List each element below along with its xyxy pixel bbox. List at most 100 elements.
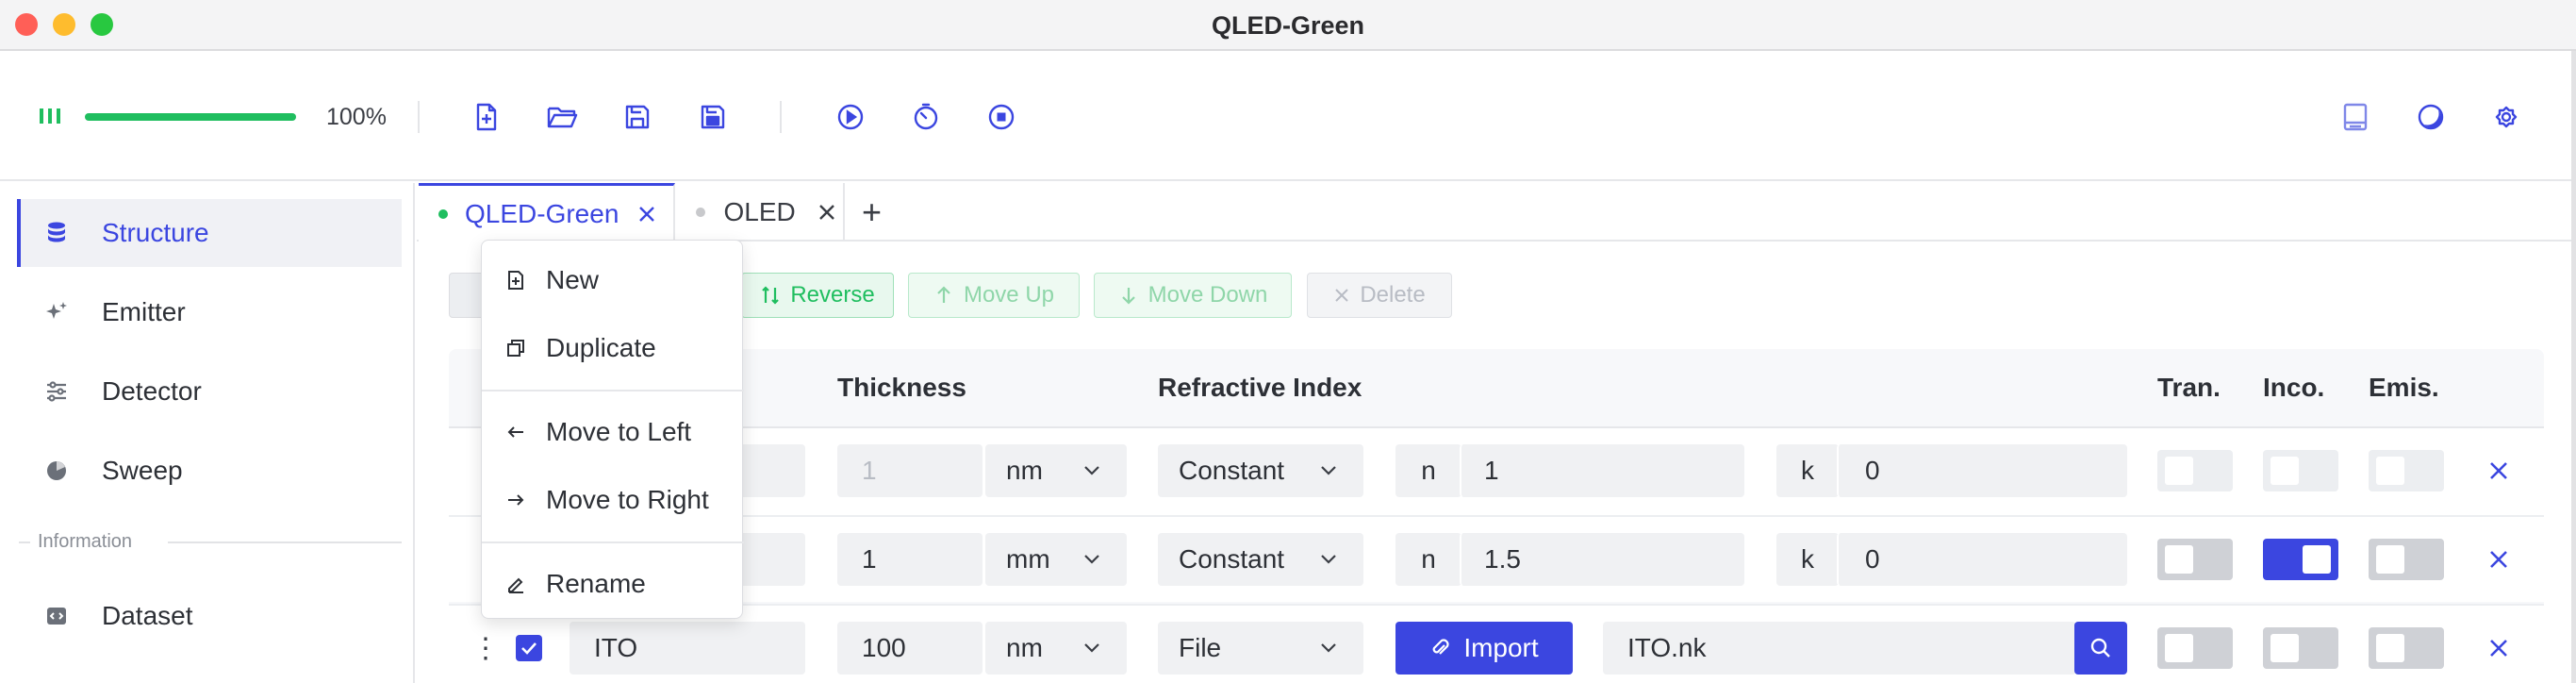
sidebar-item-structure[interactable]: Structure (17, 199, 402, 267)
chevron-down-icon (1084, 643, 1099, 653)
tran-toggle[interactable] (2157, 627, 2233, 669)
tab-oled[interactable]: OLED (675, 183, 845, 242)
inco-toggle[interactable] (2263, 627, 2338, 669)
theme-icon[interactable] (2410, 96, 2452, 138)
ri-type-select[interactable]: Constant (1158, 444, 1363, 497)
header-emis: Emis. (2369, 373, 2439, 402)
save-icon[interactable] (617, 96, 658, 138)
delete-row-icon[interactable] (2482, 542, 2516, 576)
delete-row-icon[interactable] (2482, 631, 2516, 665)
emis-toggle[interactable] (2369, 539, 2444, 580)
menu-divider (482, 390, 744, 391)
thickness-field[interactable]: 1 (837, 444, 983, 497)
menu-item-duplicate[interactable]: Duplicate (482, 314, 744, 382)
arrow-right-icon (504, 489, 527, 511)
new-file-icon[interactable] (466, 96, 507, 138)
menu-item-label: New (546, 265, 600, 294)
delete-row-icon[interactable] (2482, 454, 2516, 488)
book-icon[interactable] (2335, 96, 2376, 138)
thickness-field[interactable]: 1 (837, 533, 983, 586)
progress-bars-icon (38, 106, 62, 131)
emis-toggle[interactable] (2369, 450, 2444, 491)
chevron-down-icon (1084, 555, 1099, 564)
sidebar-item-detector[interactable]: Detector (17, 358, 402, 425)
code-file-icon (40, 599, 74, 633)
save-as-icon[interactable] (692, 96, 734, 138)
import-button[interactable]: Import (1395, 622, 1573, 675)
tran-toggle[interactable] (2157, 450, 2233, 491)
new-tab-icon (504, 269, 527, 292)
delete-label: Delete (1360, 282, 1426, 308)
k-label: k (1776, 533, 1839, 586)
n-value-field[interactable]: 1 (1460, 444, 1744, 497)
header-tran: Tran. (2157, 373, 2221, 402)
ri-type-select[interactable]: File (1158, 622, 1363, 675)
paperclip-icon (1432, 639, 1449, 655)
unit-select[interactable]: nm (985, 622, 1127, 675)
delete-button[interactable]: Delete (1307, 273, 1452, 318)
progress-track (85, 113, 296, 121)
run-icon[interactable] (830, 96, 871, 138)
layer-checkbox[interactable] (516, 635, 542, 661)
menu-item-move-right[interactable]: Move to Right (482, 466, 744, 534)
settings-icon[interactable] (2485, 96, 2527, 138)
close-icon[interactable] (811, 195, 843, 229)
inco-toggle[interactable] (2263, 539, 2338, 580)
browse-file-button[interactable] (2074, 622, 2127, 675)
menu-item-rename[interactable]: Rename (482, 550, 744, 618)
k-value-field[interactable]: 0 (1837, 533, 2127, 586)
n-label: n (1395, 533, 1461, 586)
thickness-field[interactable]: 100 (837, 622, 983, 675)
toolbar-divider (780, 101, 782, 133)
ri-type-select[interactable]: Constant (1158, 533, 1363, 586)
close-icon[interactable] (630, 197, 664, 231)
k-label: k (1776, 444, 1839, 497)
sidebar-item-sweep[interactable]: Sweep (17, 437, 402, 505)
unit-select[interactable]: mm (985, 533, 1127, 586)
add-tab-button[interactable]: + (862, 192, 882, 232)
unit-value: nm (1006, 456, 1043, 485)
inco-toggle[interactable] (2263, 450, 2338, 491)
ri-type-value: Constant (1179, 456, 1285, 485)
menu-item-move-left[interactable]: Move to Left (482, 398, 744, 466)
menu-item-new[interactable]: New (482, 246, 744, 314)
n-label: n (1395, 444, 1461, 497)
unit-select[interactable]: nm (985, 444, 1127, 497)
unit-value: mm (1006, 544, 1050, 574)
timer-icon[interactable] (905, 96, 947, 138)
move-down-button[interactable]: Move Down (1094, 273, 1292, 318)
header-refractive-index: Refractive Index (1158, 373, 1362, 402)
move-up-button[interactable]: Move Up (908, 273, 1080, 318)
import-label: Import (1463, 633, 1539, 662)
k-value-field[interactable]: 0 (1837, 444, 2127, 497)
search-icon (2090, 638, 2110, 658)
tab-qled-green[interactable]: QLED-Green (419, 183, 675, 242)
window-title: QLED-Green (1211, 11, 1365, 40)
open-folder-icon[interactable] (541, 96, 583, 138)
sidebar-item-label: Sweep (102, 456, 183, 485)
move-up-label: Move Up (963, 282, 1055, 308)
sliders-icon (40, 375, 74, 408)
tab-status-dot (696, 208, 705, 217)
file-field[interactable]: ITO.nk (1603, 622, 2076, 675)
menu-item-label: Move to Left (546, 417, 692, 446)
stop-icon[interactable] (981, 96, 1022, 138)
layer-name-field[interactable]: ITO (570, 622, 805, 675)
n-value-field[interactable]: 1.5 (1460, 533, 1744, 586)
database-icon (40, 216, 74, 250)
menu-item-label: Rename (546, 569, 646, 598)
tran-toggle[interactable] (2157, 539, 2233, 580)
menu-item-label: Move to Right (546, 485, 709, 514)
drag-handle-icon[interactable]: ⋮ (471, 632, 500, 665)
chevron-down-icon (1084, 466, 1099, 475)
sidebar-item-dataset[interactable]: Dataset (17, 582, 402, 650)
menu-divider (482, 541, 744, 543)
tab-label: QLED-Green (465, 198, 619, 228)
sidebar-item-emitter[interactable]: Emitter (17, 278, 402, 346)
emis-toggle[interactable] (2369, 627, 2444, 669)
duplicate-icon (504, 337, 527, 359)
section-divider (168, 541, 402, 543)
sidebar-item-label: Structure (102, 218, 209, 247)
check-icon (521, 642, 537, 655)
reverse-button[interactable]: Reverse (741, 273, 894, 318)
